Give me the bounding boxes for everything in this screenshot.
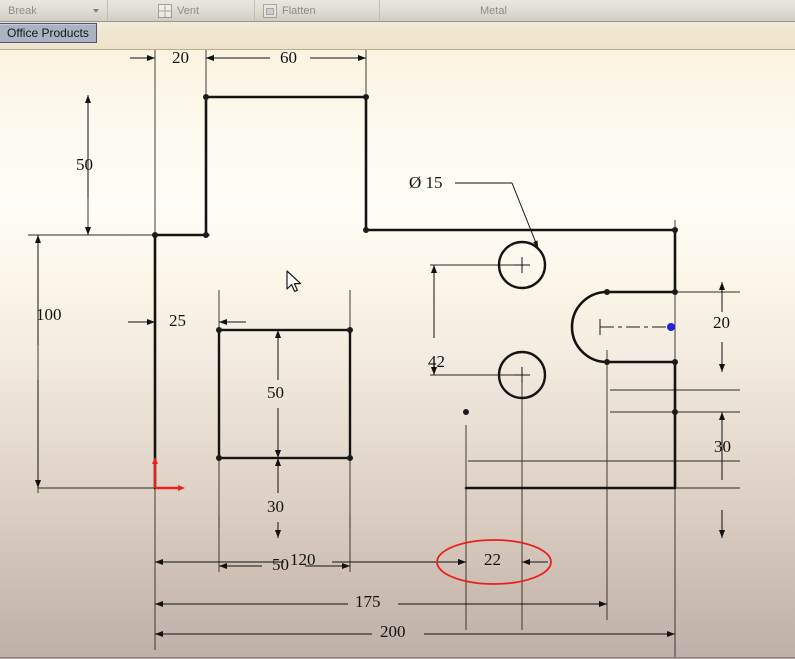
ribbon-label-flatten: Flatten	[282, 5, 316, 17]
tab-office-products[interactable]: Office Products	[0, 23, 97, 43]
dimension-text-50-inner-width[interactable]: 50	[272, 555, 289, 575]
dimension-text-175[interactable]: 175	[355, 592, 381, 612]
ribbon-group-flatten[interactable]: Flatten	[255, 0, 380, 21]
dimension-text-25[interactable]: 25	[169, 311, 186, 331]
chevron-down-icon[interactable]	[93, 9, 99, 13]
dimension-text-50-left[interactable]: 50	[76, 155, 93, 175]
sketch-canvas[interactable]: 20 60 50 100 25 50 30 50 Ø 15 42 20 30 1…	[0, 50, 795, 659]
ribbon-group-break[interactable]: Break	[0, 0, 108, 21]
ribbon-strip: Break Vent Flatten Metal	[0, 0, 795, 22]
dimension-text-20-top[interactable]: 20	[172, 50, 189, 68]
dimension-text-diameter-15[interactable]: Ø 15	[409, 173, 443, 193]
ribbon-label-metal: Metal	[480, 5, 507, 17]
dimension-text-30-right[interactable]: 30	[714, 437, 731, 457]
dimension-text-42[interactable]: 42	[428, 352, 445, 372]
dimension-text-30-inner[interactable]: 30	[267, 497, 284, 517]
tab-bar: Office Products	[0, 22, 795, 67]
dimension-text-100-left[interactable]: 100	[36, 305, 62, 325]
dimension-labels: 20 60 50 100 25 50 30 50 Ø 15 42 20 30 1…	[0, 50, 795, 659]
ribbon-group-metal[interactable]: Metal	[460, 0, 675, 21]
flatten-icon	[263, 4, 277, 18]
vent-grid-icon	[158, 4, 172, 18]
dimension-text-200[interactable]: 200	[380, 622, 406, 642]
ribbon-group-vent[interactable]: Vent	[150, 0, 255, 21]
dimension-text-120[interactable]: 120	[290, 550, 316, 570]
dimension-text-20-slot[interactable]: 20	[713, 313, 730, 333]
dimension-text-50-inner-height[interactable]: 50	[267, 383, 284, 403]
solidworks-window: Break Vent Flatten Metal Office Products	[0, 0, 795, 659]
dimension-text-22[interactable]: 22	[484, 550, 501, 570]
ribbon-label-break: Break	[8, 5, 37, 17]
mouse-cursor	[286, 270, 302, 292]
dimension-text-60-top[interactable]: 60	[280, 50, 297, 68]
ribbon-label-vent: Vent	[177, 5, 200, 17]
